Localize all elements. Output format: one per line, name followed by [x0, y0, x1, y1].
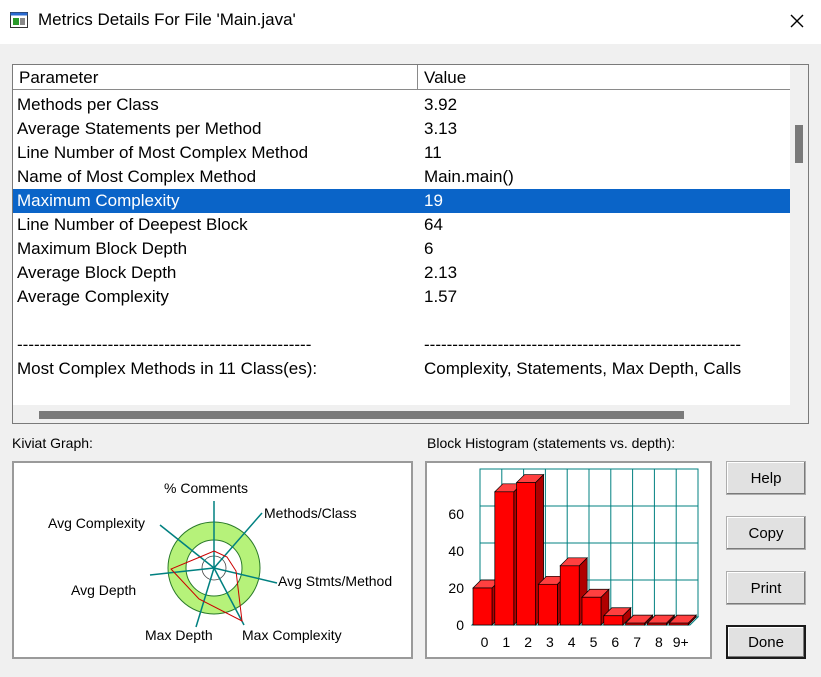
histogram-x-tick: 3: [546, 634, 554, 650]
histogram-panel: 0 20 40 60 0 1 2 3 4 5 6 7 8 9+: [425, 461, 712, 659]
histogram-x-tick: 0: [481, 634, 489, 650]
histogram-bar: [625, 622, 645, 626]
value-cell: 11: [424, 143, 442, 162]
value-cell: 3.13: [424, 119, 458, 138]
print-button[interactable]: Print: [726, 571, 806, 605]
parameter-cell: Most Complex Methods in 11 Class(es):: [17, 359, 318, 378]
histogram-bar: [516, 482, 536, 626]
kiviat-axis-label: Avg Complexity: [48, 515, 145, 531]
table-row[interactable]: Maximum Complexity 19: [13, 189, 791, 213]
column-header-parameter[interactable]: Parameter: [13, 65, 418, 89]
value-cell: 64: [424, 215, 443, 234]
kiviat-axis-label: % Comments: [164, 480, 248, 496]
value-cell: 2.13: [424, 263, 458, 282]
help-button[interactable]: Help: [726, 461, 806, 495]
table-row[interactable]: Average Block Depth 2.13: [13, 261, 791, 285]
close-button[interactable]: [779, 4, 815, 38]
parameter-cell: Average Complexity: [17, 287, 169, 306]
histogram-x-tick: 6: [611, 634, 619, 650]
histogram-bar: [494, 491, 515, 626]
block-histogram: 02040600 1 2 3 4 5 6 7 8 9+: [448, 468, 700, 650]
parameter-cell: Average Block Depth: [17, 263, 177, 282]
metrics-list[interactable]: Parameter Value Methods per Class 3.92 Ave…: [12, 64, 809, 424]
value-cell: ----------------------------------------…: [424, 335, 742, 354]
parameter-cell: Average Statements per Method: [17, 119, 262, 138]
table-row[interactable]: Line Number of Most Complex Method 11: [13, 141, 791, 165]
kiviat-axis-label: Max Depth: [145, 627, 213, 643]
histogram-x-tick: 1: [502, 634, 510, 650]
histogram-y-tick: 60: [448, 506, 464, 522]
scroll-corner: [790, 405, 808, 423]
parameter-cell: Line Number of Most Complex Method: [17, 143, 309, 162]
histogram-x-tick: 8: [655, 634, 663, 650]
histogram-x-tick: 5: [590, 634, 598, 650]
histogram-x-tick: 2: [524, 634, 532, 650]
table-row[interactable]: Methods per Class 3.92: [13, 93, 791, 117]
done-button[interactable]: Done: [726, 625, 806, 659]
histogram-y-tick: 0: [456, 617, 464, 633]
table-row[interactable]: Maximum Block Depth 6: [13, 237, 791, 261]
parameter-cell: Name of Most Complex Method: [17, 167, 257, 186]
histogram-x-tick: 9+: [673, 634, 689, 650]
horizontal-scrollbar[interactable]: [13, 405, 791, 423]
parameter-cell: Maximum Block Depth: [17, 239, 188, 258]
value-cell: Complexity, Statements, Max Depth, Calls: [424, 359, 742, 378]
parameter-cell: ----------------------------------------…: [17, 335, 312, 354]
histogram-bar: [603, 615, 624, 626]
horizontal-scroll-thumb[interactable]: [39, 411, 684, 419]
list-rows: Methods per Class 3.92 Average Statements …: [13, 93, 791, 381]
kiviat-axis-label: Methods/Class: [264, 505, 357, 521]
title-bar: Metrics Details For File 'Main.java': [0, 0, 821, 44]
app-window-icon: [10, 12, 28, 28]
table-row[interactable]: Line Number of Deepest Block 64: [13, 213, 791, 237]
parameter-cell: Methods per Class: [17, 95, 159, 114]
parameter-cell: Line Number of Deepest Block: [17, 215, 248, 234]
table-row[interactable]: [13, 309, 791, 333]
table-row[interactable]: Name of Most Complex Method Main.main(): [13, 165, 791, 189]
table-row[interactable]: Average Statements per Method 3.13: [13, 117, 791, 141]
histogram-bar: [538, 583, 558, 626]
value-cell: Main.main(): [424, 167, 514, 186]
histogram-y-tick: 20: [448, 580, 464, 596]
value-cell: 19: [424, 191, 443, 210]
list-header: Parameter Value: [13, 65, 791, 90]
kiviat-axis-label: Avg Stmts/Method: [278, 573, 392, 589]
table-row[interactable]: Most Complex Methods in 11 Class(es): Com…: [13, 357, 791, 381]
kiviat-axis-label: Max Complexity: [242, 627, 342, 643]
histogram-y-tick: 40: [448, 543, 464, 559]
value-cell: 1.57: [424, 287, 458, 306]
table-row[interactable]: ----------------------------------------…: [13, 333, 791, 357]
window-title: Metrics Details For File 'Main.java': [38, 10, 296, 29]
kiviat-label: Kiviat Graph:: [12, 435, 93, 451]
histogram-bar: [581, 596, 602, 626]
kiviat-panel: % Comments Methods/Class Avg Stmts/Metho…: [12, 461, 413, 659]
value-cell: 6: [424, 239, 434, 258]
histogram-bar: [647, 622, 667, 626]
histogram-bar: [668, 622, 689, 626]
histogram-bar: [559, 565, 580, 626]
histogram-bar: [472, 587, 493, 626]
parameter-cell: Maximum Complexity: [17, 191, 180, 210]
vertical-scroll-thumb[interactable]: [795, 125, 803, 163]
histogram-label: Block Histogram (statements vs. depth):: [427, 435, 676, 451]
value-cell: 3.92: [424, 95, 458, 114]
kiviat-graph: % Comments Methods/Class Avg Stmts/Metho…: [48, 480, 392, 643]
column-header-value[interactable]: Value: [418, 65, 791, 89]
histogram-x-tick: 4: [568, 634, 576, 650]
table-row[interactable]: Average Complexity 1.57: [13, 285, 791, 309]
histogram-x-tick: 7: [633, 634, 641, 650]
vertical-scrollbar[interactable]: [790, 65, 808, 405]
close-icon: [790, 14, 804, 28]
kiviat-axis-label: Avg Depth: [71, 582, 136, 598]
copy-button[interactable]: Copy: [726, 516, 806, 550]
